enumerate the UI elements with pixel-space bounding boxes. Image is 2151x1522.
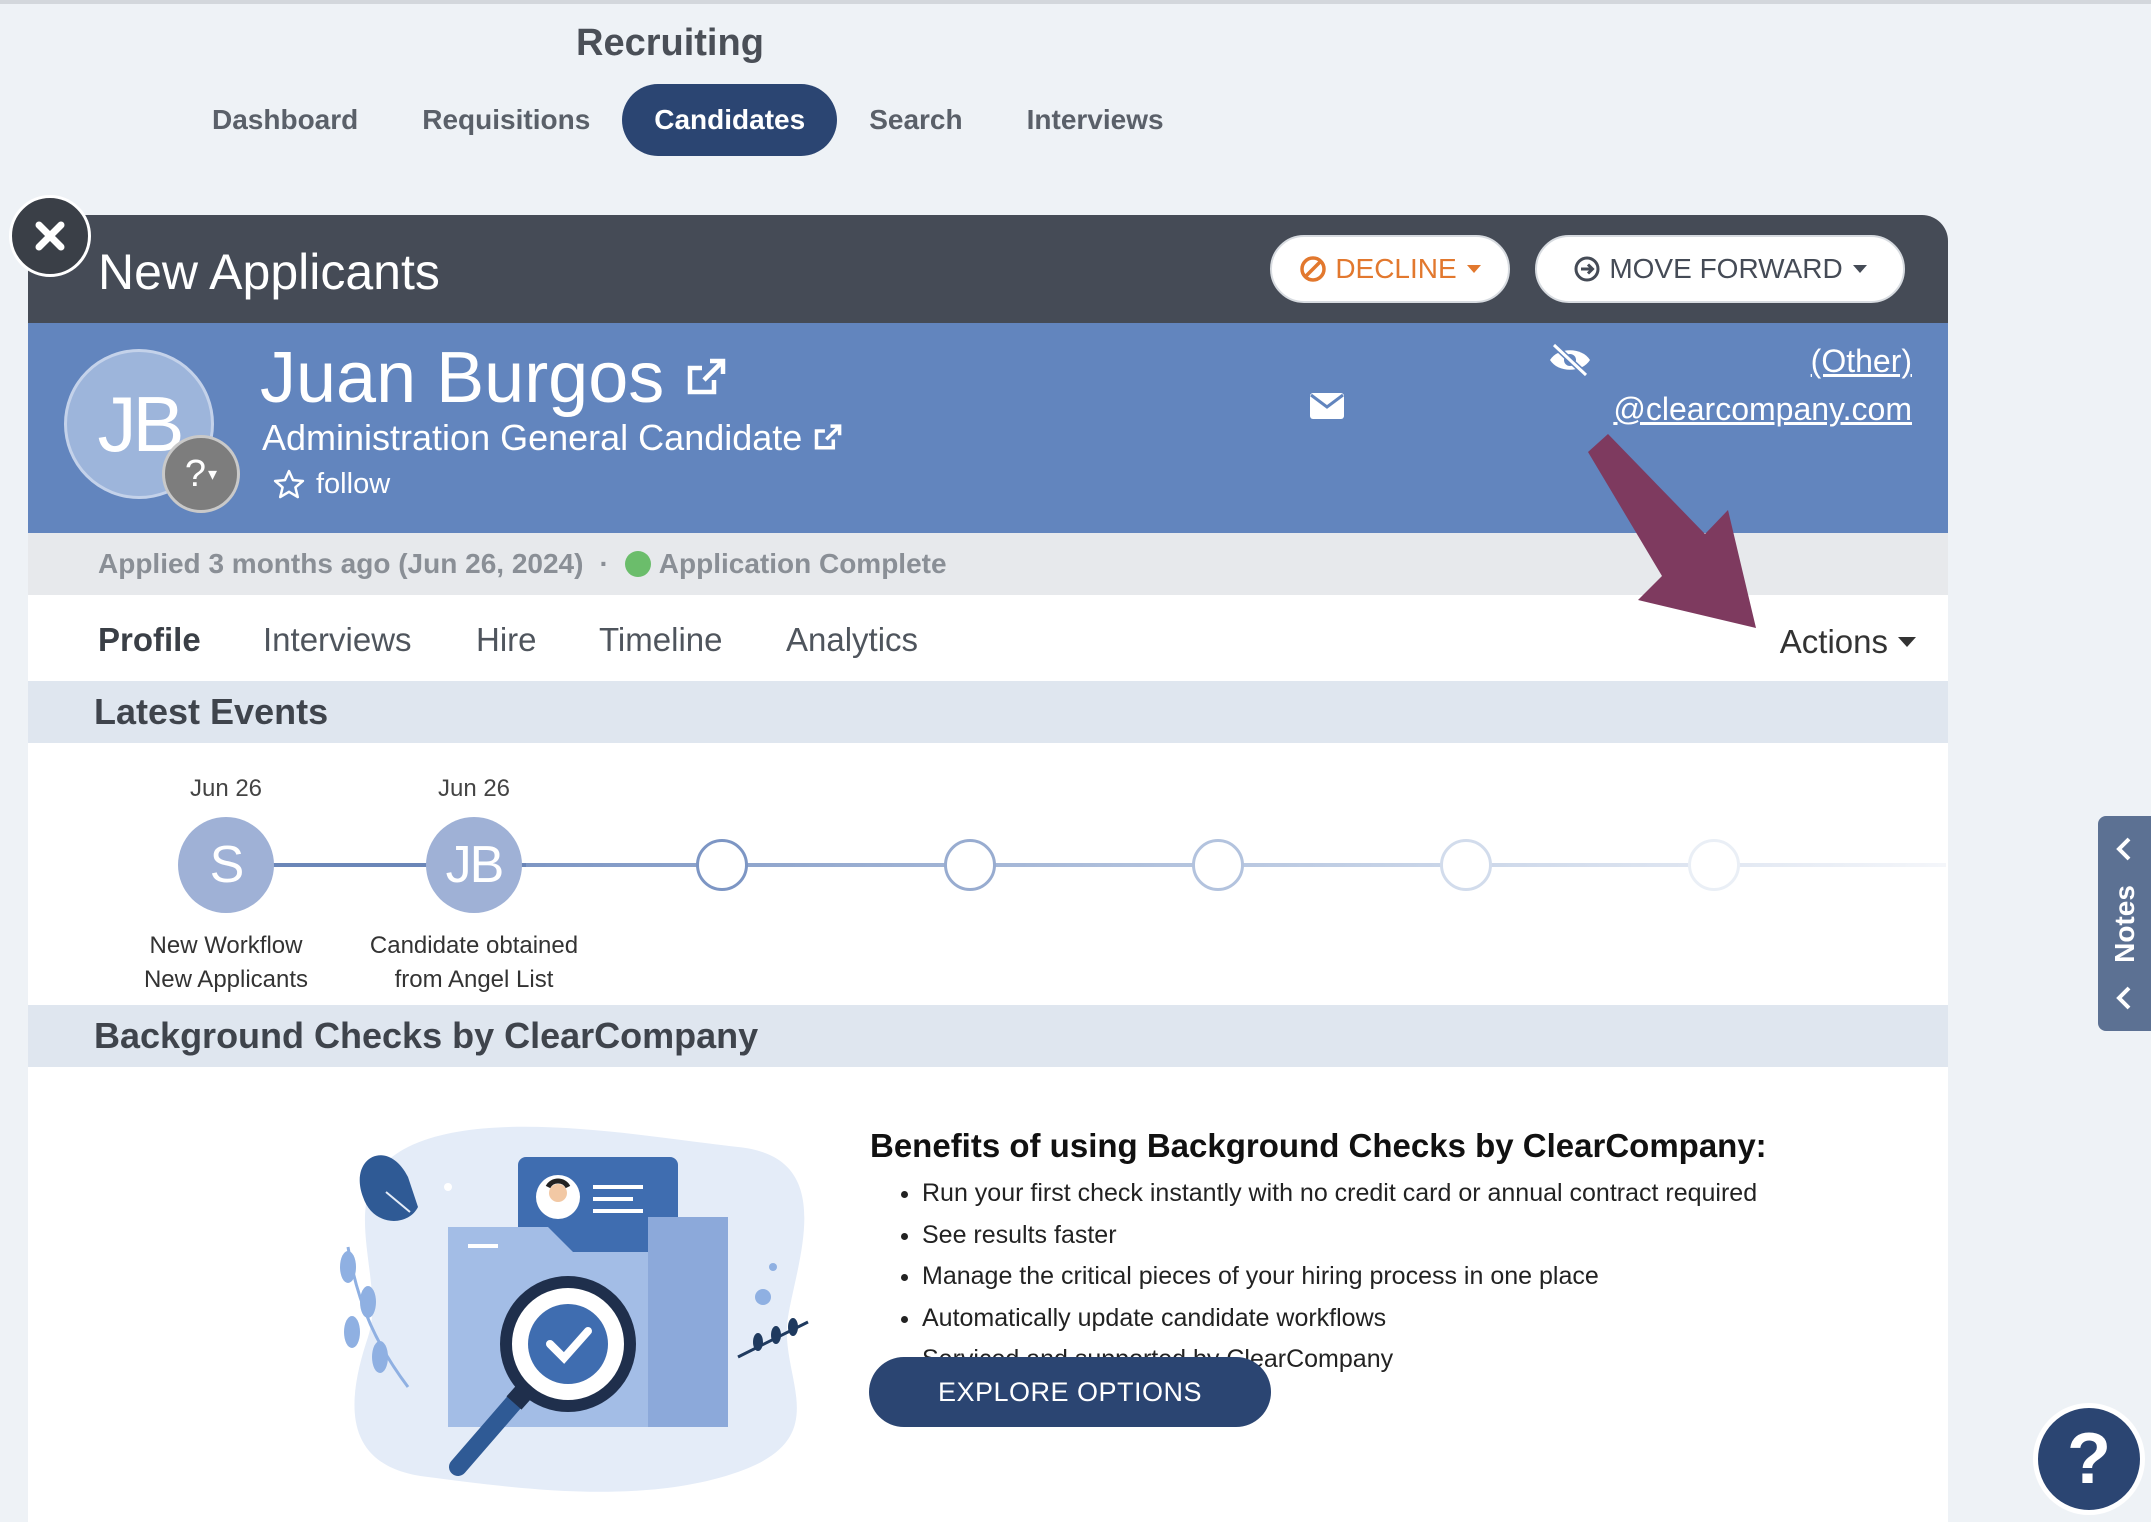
envelope-icon[interactable] [1310,393,1344,419]
application-status: Application Complete [658,548,947,579]
candidate-name: Juan Burgos [260,338,665,418]
chevron-down-icon: ▾ [208,463,218,484]
list-item: Automatically update candidate workflows [922,1298,1757,1340]
actions-label: Actions [1779,623,1888,660]
top-border [0,0,2151,4]
tab-analytics[interactable]: Analytics [786,621,918,659]
decline-label: DECLINE [1335,253,1457,284]
tab-timeline[interactable]: Timeline [599,621,722,659]
main-nav: Dashboard Requisitions Candidates Search… [180,84,1196,156]
actions-dropdown[interactable]: Actions [1780,623,1916,661]
chevron-down-icon [1898,637,1916,647]
event-node[interactable]: JB [426,817,522,913]
background-check-illustration [340,1126,809,1492]
follow-button[interactable]: follow [272,468,390,501]
follow-label: follow [316,468,391,500]
nav-requisitions[interactable]: Requisitions [390,84,622,156]
chevron-down-icon [1852,265,1867,273]
decline-button[interactable]: DECLINE [1270,235,1510,303]
notes-label: Notes [2108,884,2140,963]
chevron-left-icon [2116,837,2131,861]
event-node[interactable]: S [178,817,274,913]
background-checks-body: Benefits of using Background Checks by C… [28,1067,1948,1522]
external-link-icon [688,358,726,395]
nav-candidates[interactable]: Candidates [622,84,838,156]
tab-hire[interactable]: Hire [476,621,537,659]
question-icon: ? [2067,1419,2111,1499]
explore-options-button[interactable]: EXPLORE OPTIONS [869,1357,1271,1427]
panel-header: New Applicants DECLINE MOVE FORWARD [28,215,1948,323]
benefits-list: Run your first check instantly with no c… [898,1173,1757,1381]
nav-dashboard[interactable]: Dashboard [180,84,390,156]
tab-interviews[interactable]: Interviews [263,621,412,659]
eye-slash-icon[interactable] [1548,343,1592,377]
help-button[interactable]: ? [2033,1403,2145,1515]
background-checks-header: Background Checks by ClearCompany [28,1005,1948,1067]
list-item: Run your first check instantly with no c… [922,1173,1757,1215]
close-button[interactable] [9,195,91,277]
phone-link[interactable]: (Other) [1811,343,1912,380]
email-link[interactable]: @clearcompany.com [1613,391,1912,428]
section-title: Background Checks by ClearCompany [94,1015,759,1056]
candidate-role-link[interactable]: Administration General Candidate [262,417,842,459]
latest-events-header: Latest Events [28,681,1948,743]
event-date: Jun 26 [437,775,511,802]
candidate-role: Administration General Candidate [262,417,803,458]
list-item: Manage the critical pieces of your hirin… [922,1256,1757,1298]
app-title: Recruiting [576,22,764,64]
move-forward-label: MOVE FORWARD [1609,253,1843,284]
event-label-line: Candidate obtained [369,932,579,959]
applied-date: Applied 3 months ago (Jun 26, 2024) [98,548,584,579]
nav-interviews[interactable]: Interviews [995,84,1196,156]
notes-side-tab[interactable]: Notes [2098,816,2151,1031]
question-icon: ? [184,452,207,495]
separator: · [599,548,609,579]
close-icon [35,221,65,251]
external-link-icon [815,424,842,450]
annotation-arrow [1588,434,1756,628]
panel-title: New Applicants [98,244,440,300]
empty-event-node [696,839,748,891]
nav-search[interactable]: Search [837,84,994,156]
empty-event-node [1440,839,1492,891]
ban-icon [1300,256,1327,282]
benefits-title: Benefits of using Background Checks by C… [870,1127,1767,1164]
empty-event-node [944,839,996,891]
candidate-status-dropdown[interactable]: ? ▾ [162,435,240,513]
section-title: Latest Events [94,691,329,732]
events-timeline: Jun 26 S New Workflow New Applicants Jun… [28,743,1948,1005]
event-date: Jun 26 [189,775,263,802]
empty-event-node [1688,839,1740,891]
status-dot [624,551,651,577]
chevron-down-icon [1466,265,1481,273]
move-forward-button[interactable]: MOVE FORWARD [1535,235,1905,303]
list-item: See results faster [922,1215,1757,1257]
arrow-circle-right-icon [1574,256,1600,282]
candidate-name-link[interactable]: Juan Burgos [260,337,726,419]
event-label-line: from Angel List [394,966,554,993]
chevron-left-icon [2116,986,2131,1010]
star-icon [273,469,305,498]
empty-event-node [1192,839,1244,891]
candidate-panel: New Applicants DECLINE MOVE FORWARD JB ?… [28,215,1948,1522]
tab-profile[interactable]: Profile [98,621,201,659]
event-label: Candidate obtained from Angel List [324,929,624,997]
